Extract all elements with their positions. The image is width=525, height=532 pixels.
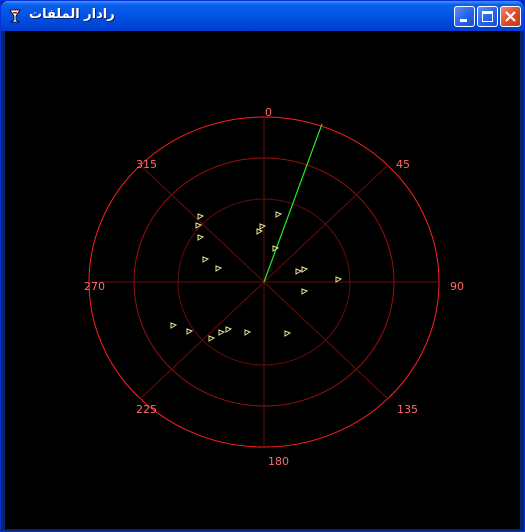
triangle-blip-icon: [208, 335, 216, 342]
triangle-blip-icon: [215, 265, 223, 272]
minimize-icon: [460, 19, 467, 22]
triangle-blip-icon: [244, 329, 252, 336]
triangle-blip-icon: [225, 326, 233, 333]
bearing-label-315: 315: [136, 158, 157, 171]
triangle-blip-icon: [301, 288, 309, 295]
triangle-blip-icon: [186, 328, 194, 335]
bearing-label-135: 135: [397, 403, 418, 416]
triangle-blip-icon: [335, 276, 343, 283]
bearing-label-0: 0: [265, 106, 272, 119]
maximize-icon: [482, 11, 493, 22]
triangle-blip-icon: [197, 234, 205, 241]
triangle-blip-icon: [295, 268, 303, 275]
title-bar[interactable]: رادار الملفات: [1, 1, 524, 31]
triangle-blip-icon: [170, 322, 178, 329]
triangle-blip-icon: [218, 329, 226, 336]
bearing-label-45: 45: [396, 158, 410, 171]
radar-sweep-line: [263, 123, 323, 283]
bearing-label-225: 225: [136, 403, 157, 416]
triangle-blip-icon: [202, 256, 210, 263]
radar-app-icon: [7, 8, 23, 24]
triangle-blip-icon: [275, 211, 283, 218]
triangle-blip-icon: [301, 266, 309, 273]
radar-canvas: 0 45 90 135 180 225 270 315: [5, 31, 520, 529]
window-title: رادار الملفات: [29, 7, 115, 22]
bearing-label-270: 270: [84, 280, 105, 293]
close-button[interactable]: [500, 6, 521, 27]
app-window: رادار الملفات 0 45 90 135 180 225 270 31…: [0, 0, 525, 532]
maximize-button[interactable]: [477, 6, 498, 27]
radar-display: [88, 116, 440, 448]
bearing-label-90: 90: [450, 280, 464, 293]
close-icon: [505, 11, 516, 22]
triangle-blip-icon: [197, 213, 205, 220]
triangle-blip-icon: [284, 330, 292, 337]
bearing-label-180: 180: [268, 455, 289, 468]
minimize-button[interactable]: [454, 6, 475, 27]
triangle-blip-icon: [195, 222, 203, 229]
